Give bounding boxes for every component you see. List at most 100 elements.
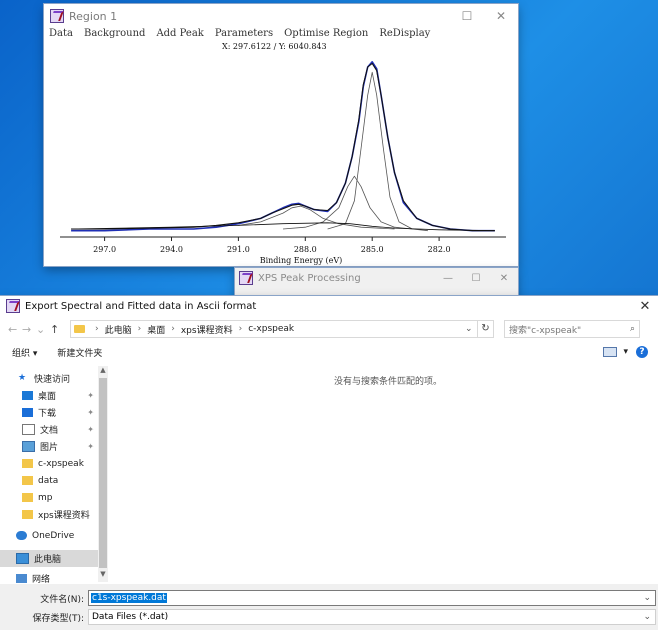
address-row: ← → ⌄ ↑ › 此电脑 › 桌面 › xps课程资料 › c-xpspeak… xyxy=(0,318,658,340)
pin-icon[interactable]: ✦ xyxy=(87,425,94,434)
maximize-button[interactable]: ☐ xyxy=(450,9,484,23)
filetype-row: 保存类型(T): Data Files (*.dat) ⌄ xyxy=(0,608,656,626)
series-peak-line xyxy=(327,71,428,232)
minimize-button[interactable]: — xyxy=(434,273,462,284)
nav-item[interactable]: 桌面 ✦ xyxy=(0,387,98,404)
breadcrumb-this-pc[interactable]: 此电脑 xyxy=(105,323,132,336)
filename-dropdown-icon[interactable]: ⌄ xyxy=(643,593,651,603)
nav-item[interactable]: 此电脑 xyxy=(0,550,98,567)
pin-icon[interactable]: ✦ xyxy=(87,408,94,417)
address-bar[interactable]: › 此电脑 › 桌面 › xps课程资料 › c-xpspeak ⌄ xyxy=(70,320,478,338)
network-icon xyxy=(16,574,27,583)
nav-item[interactable]: 下载 ✦ xyxy=(0,404,98,421)
nav-item[interactable]: data xyxy=(0,472,98,489)
nav-item-label: OneDrive xyxy=(32,530,75,541)
nav-item-label: 此电脑 xyxy=(34,555,62,565)
folder-icon xyxy=(22,459,33,468)
search-icon: ⌕ xyxy=(629,324,635,334)
nav-item-label: 文档 xyxy=(40,426,59,436)
breadcrumb-separator: › xyxy=(238,324,243,334)
nav-item-label: 快速访问 xyxy=(34,375,71,385)
cloud-icon xyxy=(16,531,27,540)
menu-add-peak[interactable]: Add Peak xyxy=(156,28,203,44)
scroll-thumb[interactable] xyxy=(99,378,107,568)
region-titlebar[interactable]: Region 1 ☐ ✕ xyxy=(44,4,518,28)
scroll-down-icon[interactable]: ▼ xyxy=(98,570,108,578)
pin-icon[interactable]: ✦ xyxy=(87,442,94,451)
series-data-line xyxy=(71,61,495,232)
folder-icon xyxy=(22,493,33,502)
x-tick-label: 288.0 xyxy=(294,245,317,254)
filename-label: 文件名(N): xyxy=(40,594,84,605)
view-dropdown-icon[interactable]: ▾ xyxy=(623,347,628,357)
series-envelope-line xyxy=(71,62,495,232)
region-title: Region 1 xyxy=(69,9,118,23)
xps-spectrum-plot[interactable]: 297.0 294.0 291.0 288.0 285.0 282.0 Binding En… xyxy=(44,52,518,266)
help-icon[interactable]: ? xyxy=(636,346,648,358)
nav-item[interactable]: mp xyxy=(0,489,98,506)
x-tick-label: 282.0 xyxy=(428,245,451,254)
forward-arrow-icon[interactable]: → xyxy=(22,323,36,336)
search-placeholder: 搜索"c-xpspeak" xyxy=(509,325,582,336)
breadcrumb-separator: › xyxy=(95,324,99,334)
xps-title: XPS Peak Processing xyxy=(258,272,361,284)
empty-results-message: 没有与搜索条件匹配的项。 xyxy=(334,377,443,387)
region-window: Region 1 ☐ ✕ Data Background Add Peak Pa… xyxy=(44,4,518,266)
dialog-titlebar[interactable]: Export Spectral and Fitted data in Ascii… xyxy=(0,296,658,316)
nav-item[interactable]: c-xpspeak xyxy=(0,455,98,472)
up-arrow-icon[interactable]: ↑ xyxy=(50,323,64,336)
nav-item[interactable]: xps课程资料 xyxy=(0,506,98,523)
back-arrow-icon[interactable]: ← xyxy=(8,323,22,336)
nav-item-label: c-xpspeak xyxy=(38,458,84,469)
filename-field[interactable]: c1s-xpspeak.dat ⌄ xyxy=(88,590,656,606)
folder-icon xyxy=(22,510,33,519)
organize-button[interactable]: 组织 ▾ xyxy=(12,346,37,359)
x-tick-label: 285.0 xyxy=(361,245,384,254)
close-button[interactable]: ✕ xyxy=(484,9,518,23)
dialog-toolbar: 组织 ▾ 新建文件夹 ▾ ? xyxy=(0,340,658,364)
menu-data[interactable]: Data xyxy=(49,28,73,44)
xps-titlebar[interactable]: XPS Peak Processing — ☐ ✕ xyxy=(235,268,518,288)
nav-item[interactable]: 图片 ✦ xyxy=(0,438,98,455)
address-dropdown-icon[interactable]: ⌄ xyxy=(465,324,477,334)
download-icon xyxy=(22,408,33,417)
folder-icon xyxy=(74,325,85,333)
picture-icon xyxy=(22,441,35,452)
nav-item-label: 桌面 xyxy=(38,392,57,402)
nav-scrollbar[interactable]: ▲ ▼ xyxy=(98,366,108,582)
search-input[interactable]: 搜索"c-xpspeak" ⌕ xyxy=(504,320,640,338)
dialog-close-button[interactable]: ✕ xyxy=(632,299,658,314)
xpspeak-app-icon xyxy=(6,299,20,313)
breadcrumb-c-xpspeak[interactable]: c-xpspeak xyxy=(248,324,294,334)
folder-icon xyxy=(22,476,33,485)
nav-item[interactable]: ★ 快速访问 xyxy=(0,370,98,387)
filetype-value: Data Files (*.dat) xyxy=(92,612,169,622)
filetype-select[interactable]: Data Files (*.dat) ⌄ xyxy=(88,609,656,625)
close-button[interactable]: ✕ xyxy=(490,273,518,284)
menu-background[interactable]: Background xyxy=(84,28,145,44)
breadcrumb-separator: › xyxy=(171,324,175,334)
document-icon xyxy=(22,424,35,435)
x-axis-label: Binding Energy (eV) xyxy=(260,256,343,265)
pin-icon[interactable]: ✦ xyxy=(87,391,94,400)
export-dialog: Export Spectral and Fitted data in Ascii… xyxy=(0,296,658,630)
view-options-icon[interactable] xyxy=(603,347,618,357)
desktop-icon xyxy=(22,391,33,400)
filetype-label: 保存类型(T): xyxy=(32,613,84,624)
nav-item[interactable]: 文档 ✦ xyxy=(0,421,98,438)
scroll-up-icon[interactable]: ▲ xyxy=(98,366,108,374)
recent-locations-chevron-icon[interactable]: ⌄ xyxy=(36,323,50,336)
dialog-title: Export Spectral and Fitted data in Ascii… xyxy=(25,300,257,312)
breadcrumb-xps-course[interactable]: xps课程资料 xyxy=(181,323,233,336)
filetype-dropdown-icon[interactable]: ⌄ xyxy=(643,612,651,622)
x-tick-label: 297.0 xyxy=(93,245,116,254)
menu-redisplay[interactable]: ReDisplay xyxy=(379,28,430,44)
nav-item[interactable]: OneDrive xyxy=(0,527,98,544)
xpspeak-app-icon xyxy=(239,271,253,285)
refresh-icon[interactable]: ↻ xyxy=(478,320,494,338)
star-icon: ★ xyxy=(18,373,27,383)
maximize-button[interactable]: ☐ xyxy=(462,273,490,284)
nav-item-label: 下载 xyxy=(38,409,57,419)
new-folder-button[interactable]: 新建文件夹 xyxy=(57,346,102,359)
breadcrumb-desktop[interactable]: 桌面 xyxy=(147,323,165,336)
